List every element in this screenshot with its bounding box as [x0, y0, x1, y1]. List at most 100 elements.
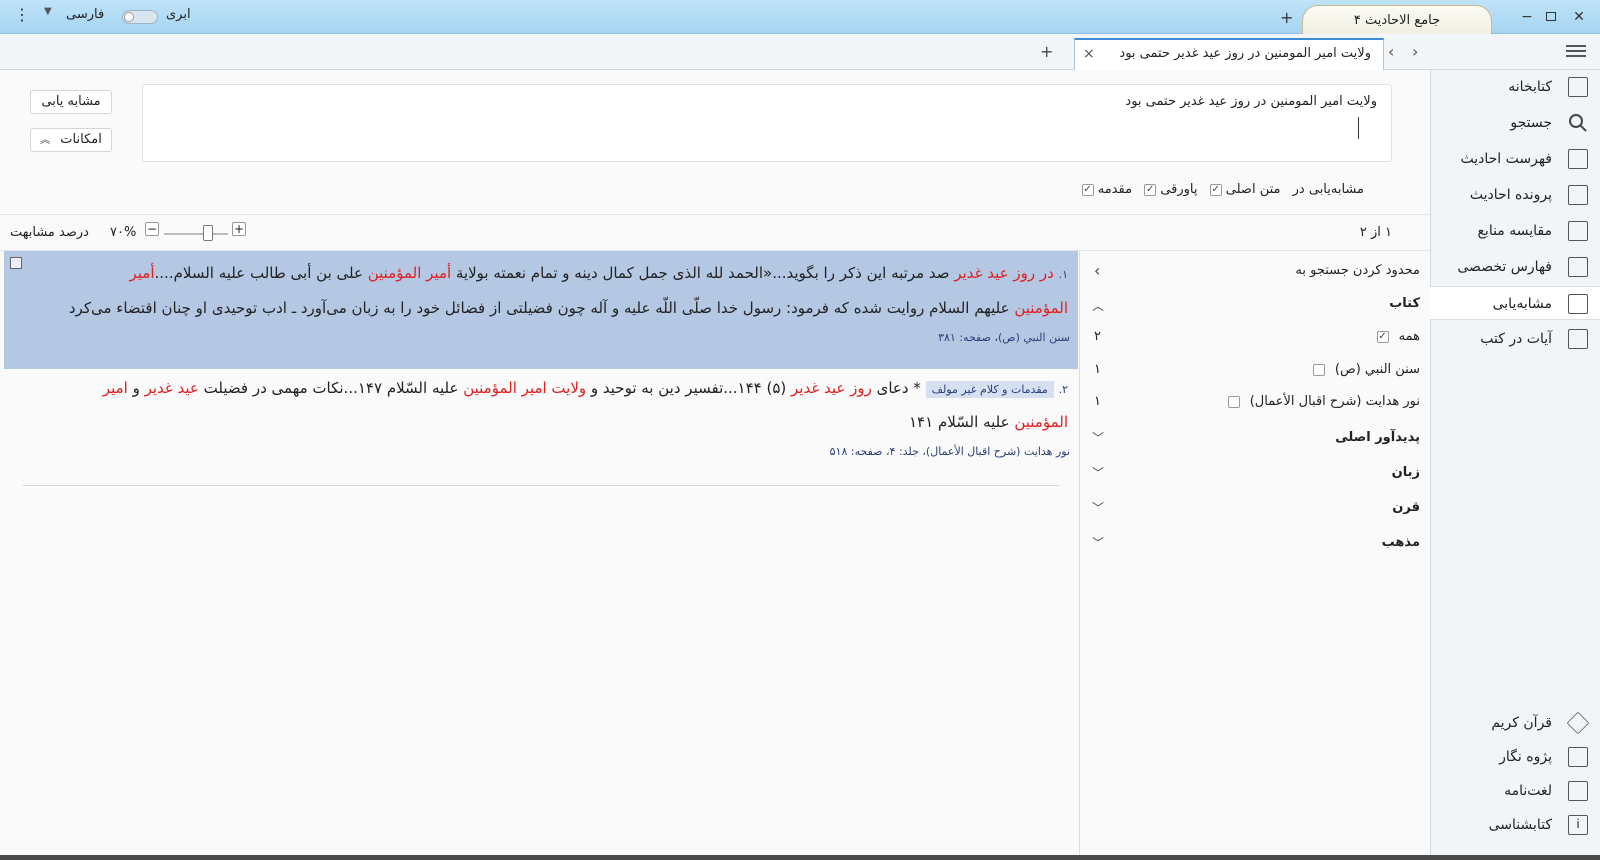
check-main-text[interactable]: متن اصلی ✓ — [1206, 182, 1281, 197]
close-window-button[interactable]: ✕ — [1568, 6, 1590, 28]
divider — [0, 214, 1430, 215]
nav-verses-in-books[interactable]: آیات در کتب — [1430, 322, 1600, 356]
search-in-label: مشابه‌یابی در — [1292, 182, 1364, 197]
nav-research-notes[interactable]: پژوه نگار — [1430, 740, 1600, 774]
query-input[interactable]: ولایت امیر المومنین در روز عید غدیر حتمی… — [142, 84, 1392, 162]
result-text: در روز عید غدیر صد مرتبه این ذکر را بگوی… — [130, 264, 1054, 282]
nav-library-label: کتابخانه — [1508, 79, 1552, 95]
options-button[interactable]: امکانات ︽ — [30, 128, 112, 152]
add-doc-tab-button[interactable]: + — [1040, 42, 1053, 61]
sect-section-header[interactable]: مذهب — [1382, 535, 1420, 550]
nav-hadith-index-label: فهرست احادیث — [1460, 151, 1553, 167]
result-source[interactable]: نور هدایت (شرح اقبال الأعمال)، جلد: ۴، ص… — [830, 445, 1070, 458]
nav-dictionary[interactable]: لغت‌نامه — [1430, 774, 1600, 808]
close-tab-icon[interactable]: × — [1083, 40, 1095, 68]
hamburger-menu-icon[interactable] — [1566, 42, 1586, 60]
filter-checkbox[interactable] — [1227, 395, 1240, 408]
nav-similarity[interactable]: مشابه‌یابی — [1430, 286, 1600, 320]
index-search-icon — [1568, 149, 1588, 169]
checkbox-main-text[interactable]: ✓ — [1209, 183, 1222, 196]
compare-icon — [1568, 221, 1588, 241]
language-section-header[interactable]: زبان — [1392, 465, 1420, 480]
language-dropdown-icon[interactable]: ▼ — [44, 6, 52, 17]
filter-count: ۲ — [1094, 329, 1101, 344]
section-badge: مقدمات و کلام غیر مولف — [925, 381, 1054, 398]
more-menu-icon[interactable]: ⋮ — [14, 5, 30, 24]
nav-bibliography[interactable]: کتابشناسی i — [1430, 808, 1600, 842]
highlight-term: روز عید غدیر — [791, 379, 872, 397]
highlight-term: أمیر المؤمنین — [367, 264, 452, 282]
result-fragment: علیهم السلام روایت شده که فرمود: رسول خد… — [68, 299, 1015, 317]
nav-hadith-index[interactable]: فهرست احادیث — [1430, 142, 1600, 176]
result-text: المؤمنین علیه السّلام ۱۴۱ — [909, 413, 1068, 431]
highlight-term: امیر — [102, 379, 128, 397]
similarity-plus-button[interactable]: + — [232, 222, 246, 236]
similarity-minus-button[interactable]: − — [145, 222, 159, 236]
query-text: ولایت امیر المومنین در روز عید غدیر حتمی… — [1125, 94, 1377, 109]
document-list-icon — [1568, 185, 1588, 205]
theme-label: ابری — [166, 7, 191, 22]
chevron-down-icon[interactable]: ﹀ — [1092, 429, 1104, 446]
similarity-slider[interactable] — [164, 233, 228, 235]
book-section-header[interactable]: کتاب — [1389, 296, 1420, 311]
tab-scroll-left-icon[interactable]: ‹ — [1388, 42, 1394, 61]
chevron-down-icon[interactable]: ﹀ — [1092, 464, 1104, 481]
similar-search-button[interactable]: مشابه یابی — [30, 90, 112, 114]
nav-compare-sources[interactable]: مقایسه منابع — [1430, 214, 1600, 248]
minimize-button[interactable]: − — [1516, 6, 1538, 28]
nav-hadith-files[interactable]: پرونده احادیث — [1430, 178, 1600, 212]
copy-icon[interactable] — [10, 257, 22, 269]
filter-checkbox[interactable]: ✓ — [1376, 330, 1389, 343]
nav-bibliography-label: کتابشناسی — [1488, 817, 1552, 833]
nav-special-indexes[interactable]: فهارس تخصصی — [1430, 250, 1600, 284]
result-count: ۱ از ۲ — [1359, 225, 1392, 240]
restore-button[interactable] — [1540, 6, 1562, 28]
add-app-tab-button[interactable]: + — [1280, 8, 1293, 27]
chevron-down-icon[interactable]: ﹀ — [1092, 499, 1104, 516]
result-line: المؤمنین علیهم السلام روایت شده که فرمود… — [69, 299, 1068, 317]
language-select[interactable]: فارسی — [66, 7, 104, 22]
nav-research-notes-label: پژوه نگار — [1499, 749, 1552, 765]
nav-library[interactable]: کتابخانه — [1430, 70, 1600, 104]
theme-toggle[interactable] — [122, 10, 158, 24]
result-item-selected[interactable]: ۱. در روز عید غدیر صد مرتبه این ذکر را ب… — [4, 251, 1078, 369]
nav-hadith-files-label: پرونده احادیث — [1469, 187, 1552, 203]
chevron-up-icon[interactable]: ︿ — [1092, 297, 1104, 314]
doc-tab[interactable]: ولایت امیر المومنین در روز عید غدیر حتمی… — [1074, 38, 1384, 70]
checkbox-footnote[interactable]: ✓ — [1144, 183, 1157, 196]
filter-item[interactable]: نور هدایت (شرح اقبال الأعمال) — [1227, 394, 1420, 409]
nav-search[interactable]: جستجو — [1430, 106, 1600, 140]
highlight-term: المؤمنین — [1014, 299, 1068, 317]
result-source[interactable]: سنن النبي (ص)، صفحه: ۳۸۱ — [938, 331, 1070, 344]
search-in-options: مشابه‌یابی در متن اصلی ✓ پاورقی ✓ مقدمه … — [1081, 182, 1364, 197]
filter-checkbox[interactable] — [1312, 363, 1325, 376]
collapse-panel-icon[interactable]: › — [1094, 261, 1100, 280]
app-tab[interactable]: جامع الاحادیث ۴ — [1302, 5, 1492, 34]
filter-item[interactable]: سنن النبي (ص) — [1312, 362, 1420, 377]
century-section-header[interactable]: قرن — [1392, 500, 1420, 515]
collapse-up-icon: ︽ — [40, 135, 51, 146]
restore-icon — [1546, 12, 1556, 21]
options-button-label: امکانات — [60, 132, 102, 147]
nav-similarity-label: مشابه‌یابی — [1492, 296, 1552, 312]
nav-dictionary-label: لغت‌نامه — [1504, 783, 1552, 799]
check-footnote[interactable]: پاورقی ✓ — [1140, 182, 1198, 197]
search-icon — [1569, 114, 1587, 132]
tab-scroll-right-icon[interactable]: › — [1412, 42, 1418, 61]
bookshelf-icon — [1568, 77, 1588, 97]
check-intro[interactable]: مقدمه ✓ — [1081, 182, 1132, 197]
app-tab-label: جامع الاحادیث ۴ — [1353, 13, 1441, 28]
chevron-down-icon[interactable]: ﹀ — [1092, 534, 1104, 551]
highlight-term: عید غدیر — [144, 379, 199, 397]
checkbox-intro[interactable]: ✓ — [1081, 183, 1094, 196]
info-icon: i — [1568, 815, 1588, 835]
result-item[interactable]: ۲. مقدمات و کلام غیر مولف * دعای روز عید… — [4, 370, 1078, 485]
similarity-slider-thumb[interactable] — [203, 225, 213, 241]
nav-quran[interactable]: قرآن کریم — [1430, 706, 1600, 740]
filter-item[interactable]: همه ✓ — [1376, 329, 1420, 344]
author-section-header[interactable]: پدیدآور اصلی — [1335, 430, 1420, 445]
similarity-icon — [1568, 294, 1588, 314]
bottom-scrollbar[interactable] — [0, 855, 1600, 860]
result-fragment: (۵) ۱۴۴...تفسیر دین به توحید و — [586, 379, 792, 397]
highlight-term: ولایت امیر المؤمنین — [463, 379, 587, 397]
